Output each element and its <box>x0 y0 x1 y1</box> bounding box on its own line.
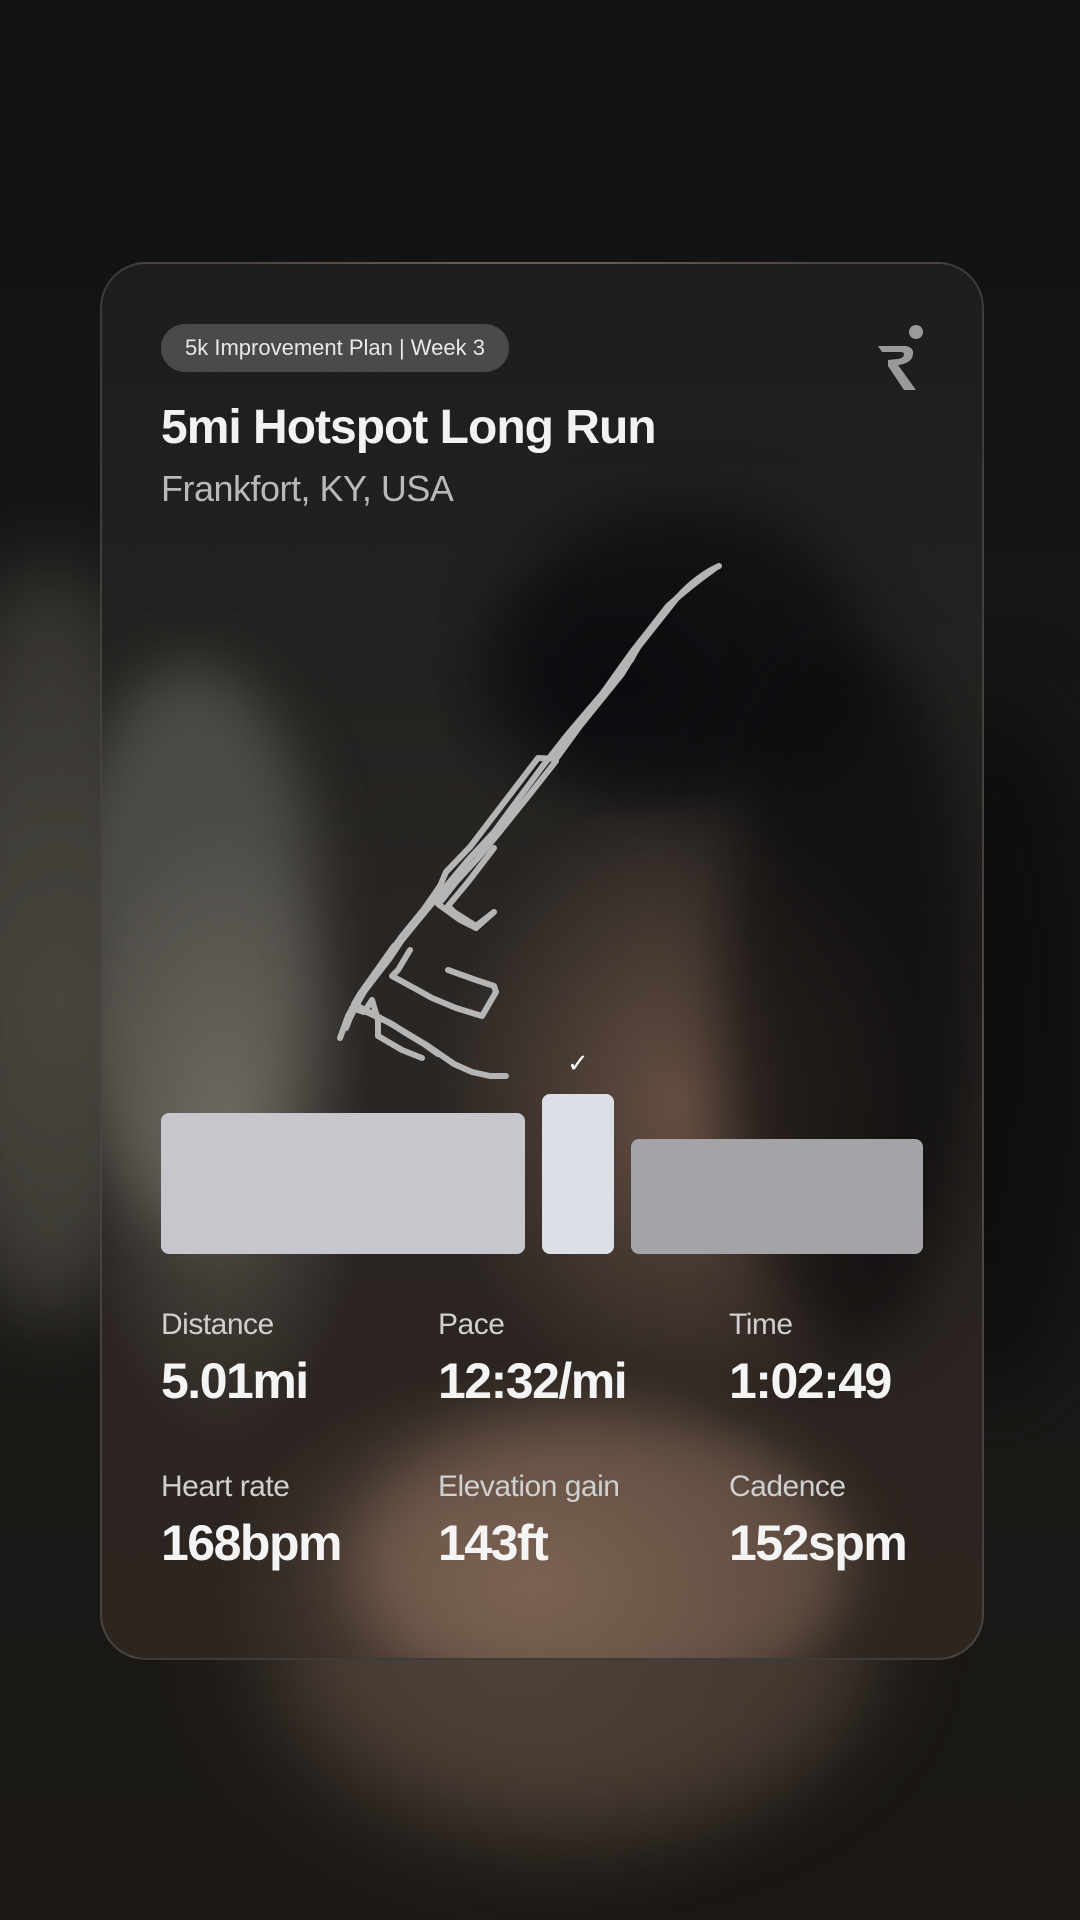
stat-pace: Pace 12:32/mi <box>438 1308 698 1410</box>
stat-elevation-gain: Elevation gain 143ft <box>438 1470 698 1572</box>
stat-label: Distance <box>161 1308 274 1341</box>
stat-label: Heart rate <box>161 1470 290 1503</box>
share-screen: 5k Improvement Plan | Week 3 5mi Hotspot… <box>0 0 1080 1920</box>
split-bar-1[interactable] <box>161 1113 525 1254</box>
stat-value: 1:02:49 <box>729 1353 892 1409</box>
stat-label: Time <box>729 1308 793 1341</box>
stat-value: 168bpm <box>161 1515 342 1571</box>
stat-label: Elevation gain <box>438 1470 620 1503</box>
activity-card: 5k Improvement Plan | Week 3 5mi Hotspot… <box>100 262 984 1660</box>
checkmark-icon: ✓ <box>567 1048 589 1078</box>
stat-value: 5.01mi <box>161 1353 309 1409</box>
stat-value: 143ft <box>438 1515 549 1571</box>
stat-value: 152spm <box>729 1515 908 1571</box>
splits-chart: ✓ <box>161 1048 923 1254</box>
stat-label: Cadence <box>729 1470 846 1503</box>
stat-time: Time 1:02:49 <box>729 1308 982 1410</box>
stat-cadence: Cadence 152spm <box>729 1470 982 1572</box>
stat-value: 12:32/mi <box>438 1353 628 1409</box>
route-map <box>337 563 722 1079</box>
split-bar-2[interactable] <box>542 1094 614 1254</box>
split-bar-3[interactable] <box>631 1139 923 1254</box>
stat-label: Pace <box>438 1308 505 1341</box>
stat-heart-rate: Heart rate 168bpm <box>161 1470 421 1572</box>
stat-distance: Distance 5.01mi <box>161 1308 421 1410</box>
